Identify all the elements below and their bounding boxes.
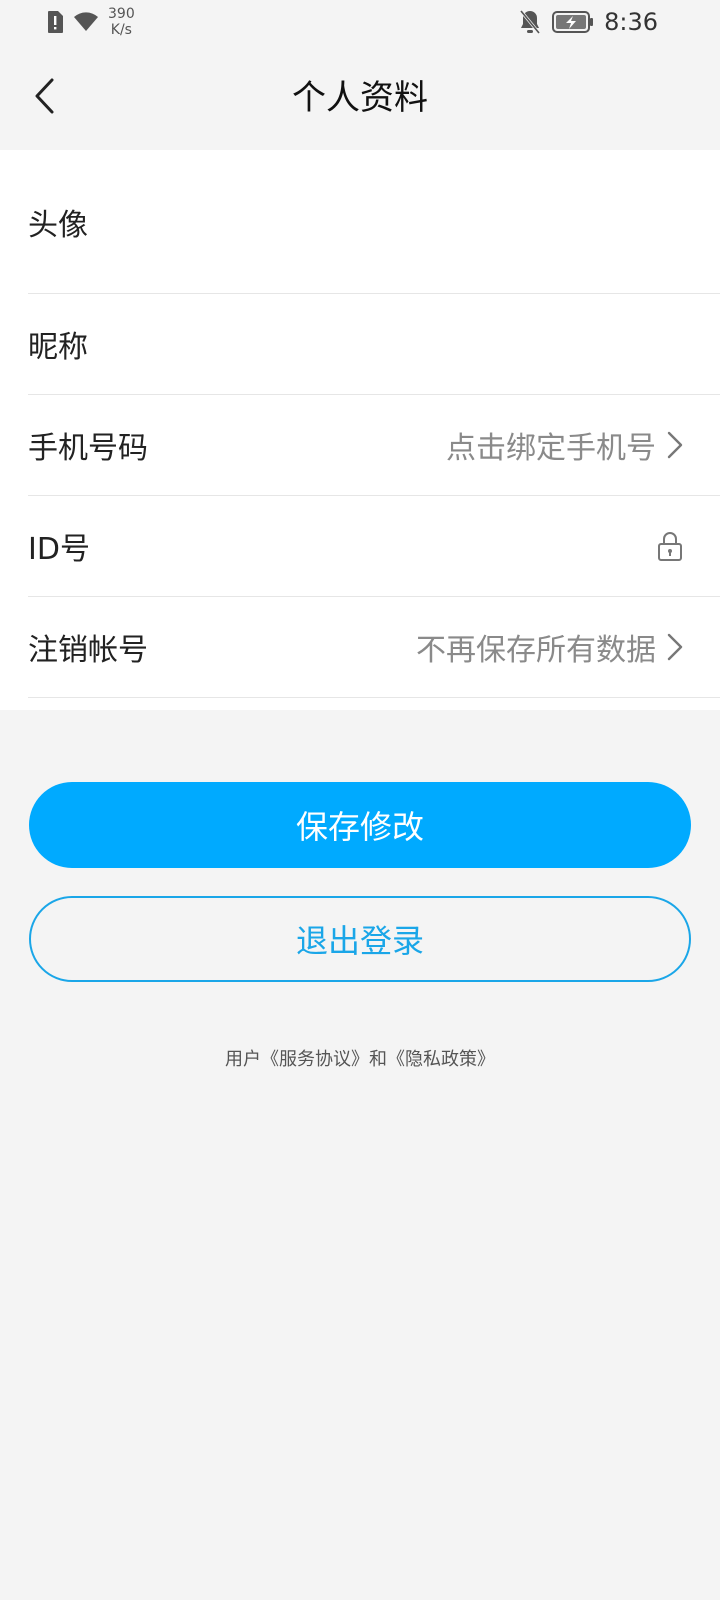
id-label: ID号 bbox=[28, 532, 90, 567]
nav-bar: 个人资料 bbox=[0, 50, 720, 150]
id-row: ID号 bbox=[28, 496, 720, 596]
phone-row[interactable]: 手机号码 点击绑定手机号 bbox=[28, 395, 720, 495]
cancel-account-hint[interactable]: 不再保存所有数据 bbox=[416, 625, 656, 669]
clock-time: 8:36 bbox=[604, 8, 658, 36]
page-title: 个人资料 bbox=[292, 78, 428, 118]
chevron-right-icon bbox=[667, 633, 683, 661]
lock-icon bbox=[658, 532, 682, 561]
nickname-row[interactable]: 昵称 bbox=[28, 294, 720, 394]
status-bar: 390 K/s 8:36 bbox=[0, 0, 720, 50]
profile-card: 头像 昵称 手机号码 点击绑定手机号 ID号 注销帐号 不再保存所有数据 bbox=[0, 150, 720, 710]
network-speed-unit: K/s bbox=[110, 22, 132, 38]
cancel-account-action: 不再保存所有数据 bbox=[416, 625, 684, 669]
bind-phone-link[interactable]: 点击绑定手机号 bbox=[446, 423, 656, 467]
sim-alert-icon bbox=[48, 11, 63, 33]
divider bbox=[28, 697, 720, 698]
battery-charging-icon bbox=[552, 11, 594, 33]
save-button[interactable]: 保存修改 bbox=[29, 782, 691, 868]
service-agreement-link[interactable]: 《服务协议》 bbox=[261, 1049, 369, 1070]
logout-button[interactable]: 退出登录 bbox=[29, 896, 691, 982]
network-speed: 390 K/s bbox=[108, 6, 135, 38]
footer-and: 和 bbox=[369, 1049, 387, 1070]
network-speed-value: 390 bbox=[108, 6, 135, 22]
chevron-right-icon bbox=[667, 431, 683, 459]
privacy-policy-link[interactable]: 《隐私政策》 bbox=[387, 1049, 495, 1070]
wifi-icon bbox=[74, 12, 98, 31]
bell-off-icon bbox=[519, 10, 541, 34]
cancel-account-row[interactable]: 注销帐号 不再保存所有数据 bbox=[28, 597, 720, 697]
cancel-account-label: 注销帐号 bbox=[28, 633, 148, 668]
phone-label: 手机号码 bbox=[28, 431, 148, 466]
footer-prefix: 用户 bbox=[225, 1049, 261, 1070]
status-left: 390 K/s bbox=[46, 6, 135, 38]
avatar-row[interactable]: 头像 bbox=[28, 150, 720, 293]
phone-action: 点击绑定手机号 bbox=[446, 423, 684, 467]
status-right: 8:36 bbox=[518, 8, 658, 36]
avatar-label: 头像 bbox=[28, 207, 88, 243]
nickname-label: 昵称 bbox=[28, 330, 88, 365]
agreement-footer: 用户《服务协议》和《隐私政策》 bbox=[0, 1045, 720, 1071]
